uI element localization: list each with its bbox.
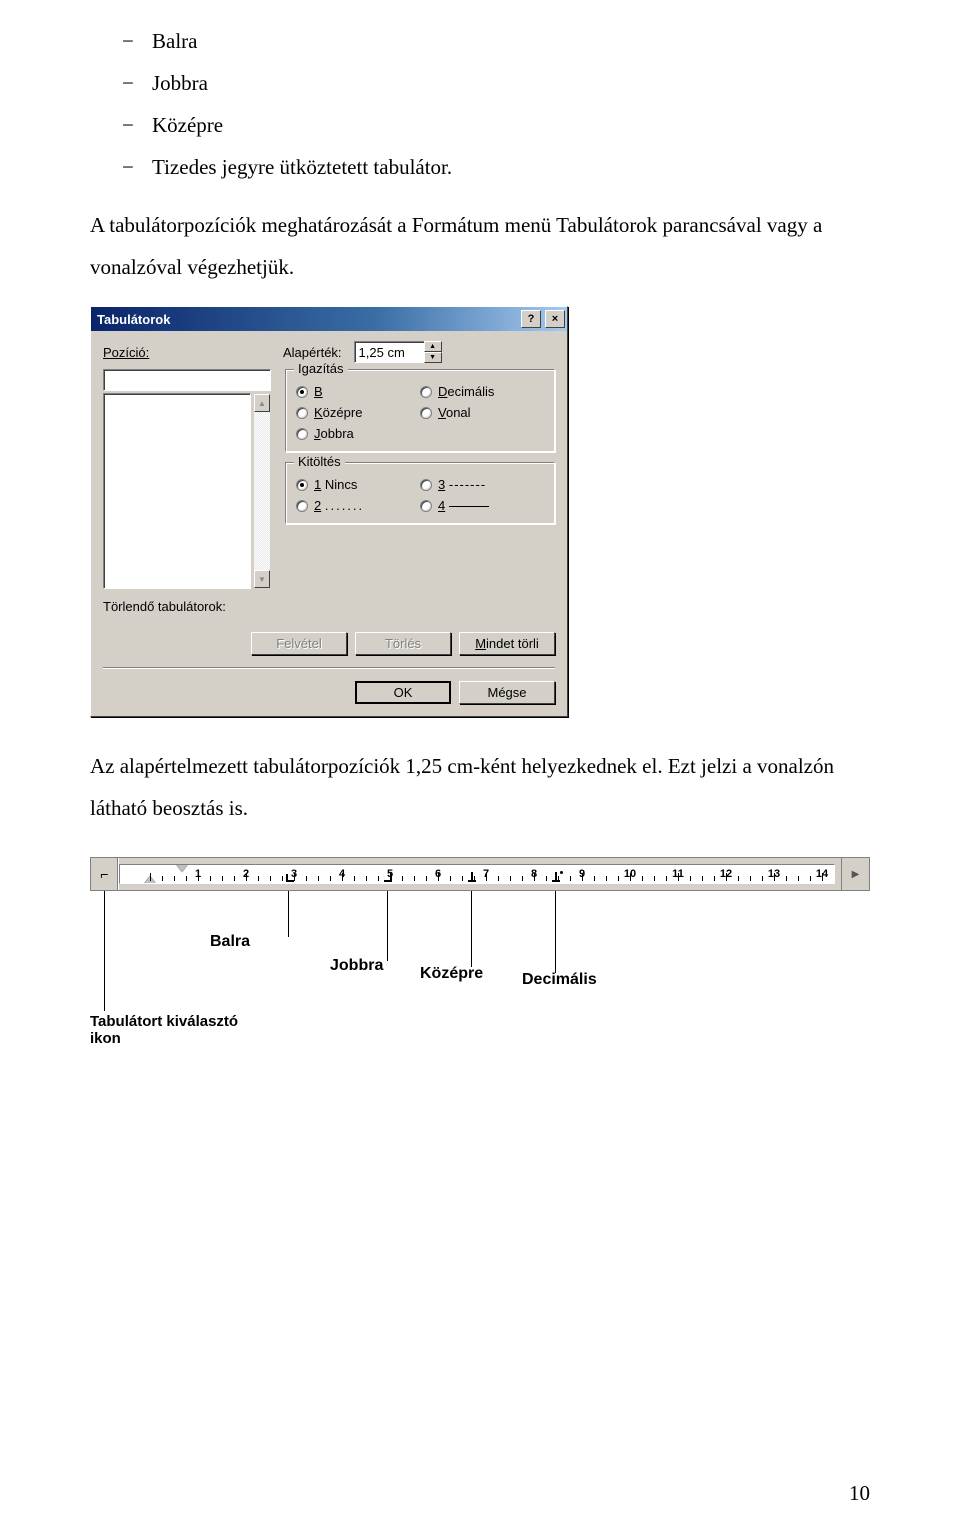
bullet-text: Jobbra: [152, 62, 208, 104]
bullet-text: Középre: [152, 104, 223, 146]
alignment-group: Igazítás B Decimális Középre Vonal Jobbr…: [285, 369, 555, 452]
scroll-up-icon[interactable]: ▲: [254, 394, 270, 412]
list-item: −Balra: [90, 20, 870, 62]
add-button[interactable]: Felvétel: [251, 632, 347, 655]
callout-kozepre: Középre: [420, 965, 483, 983]
default-value-input[interactable]: [354, 341, 424, 363]
radio-fill-2[interactable]: 2 .......: [296, 498, 420, 513]
ruler-strip[interactable]: 123456789101112131415: [119, 864, 835, 884]
position-label: Pozíció:: [103, 345, 271, 360]
first-line-indent-icon[interactable]: [176, 864, 188, 872]
close-button[interactable]: ×: [545, 310, 565, 328]
radio-decimalis[interactable]: Decimális: [420, 384, 544, 399]
callout-jobbra: Jobbra: [330, 957, 383, 975]
ruler-figure: ⌐ 123456789101112131415 ▶ Balra Jobbra K…: [90, 857, 870, 1061]
bullet-list: −Balra −Jobbra −Középre −Tizedes jegyre …: [90, 20, 870, 188]
ruler-scroll-icon[interactable]: ▶: [841, 858, 869, 890]
list-item: −Középre: [90, 104, 870, 146]
radio-fill-1[interactable]: 1 Nincs: [296, 477, 420, 492]
bullet-text: Tizedes jegyre ütköztetett tabulátor.: [152, 146, 452, 188]
bullet-text: Balra: [152, 20, 197, 62]
tab-selector-icon[interactable]: ⌐: [91, 858, 119, 890]
fill-group: Kitöltés 1 Nincs 3 ------- 2 ....... 4: [285, 462, 555, 524]
dialog-titlebar: Tabulátorok ? ×: [91, 307, 567, 331]
list-item: −Tizedes jegyre ütköztetett tabulátor.: [90, 146, 870, 188]
radio-fill-4[interactable]: 4: [420, 498, 544, 513]
dialog-title: Tabulátorok: [97, 312, 517, 327]
default-label: Alapérték:: [283, 345, 342, 360]
scroll-down-icon[interactable]: ▼: [254, 570, 270, 588]
ok-button[interactable]: OK: [355, 681, 451, 704]
callout-decimalis: Decimális: [522, 971, 597, 989]
spin-down-icon[interactable]: ▼: [424, 352, 442, 363]
group-title: Igazítás: [294, 361, 348, 376]
paragraph: Az alapértelmezett tabulátorpozíciók 1,2…: [90, 745, 870, 829]
ruler-callouts: Balra Jobbra Középre Decimális Tabulátor…: [90, 891, 870, 1061]
spin-up-icon[interactable]: ▲: [424, 341, 442, 352]
cancel-button[interactable]: Mégse: [459, 681, 555, 704]
ruler: ⌐ 123456789101112131415 ▶: [90, 857, 870, 891]
group-title: Kitöltés: [294, 454, 345, 469]
clear-all-button[interactable]: Mindet törli: [459, 632, 555, 655]
page-number: 10: [849, 1481, 870, 1506]
position-listbox[interactable]: [103, 393, 251, 589]
radio-vonal[interactable]: Vonal: [420, 405, 544, 420]
position-input[interactable]: [103, 369, 271, 391]
radio-kozepre[interactable]: Középre: [296, 405, 420, 420]
listbox-scrollbar[interactable]: ▲ ▼: [253, 393, 271, 589]
radio-fill-3[interactable]: 3 -------: [420, 477, 544, 492]
paragraph: A tabulátorpozíciók meghatározását a For…: [90, 204, 870, 288]
radio-jobbra[interactable]: Jobbra: [296, 426, 420, 441]
callout-selector: Tabulátort kiválasztó ikon: [90, 1013, 238, 1047]
tabs-dialog: Tabulátorok ? × Pozíció: Alapérték: ▲ ▼: [90, 306, 568, 717]
default-spinner[interactable]: ▲ ▼: [354, 341, 442, 363]
delete-button[interactable]: Törlés: [355, 632, 451, 655]
callout-balra: Balra: [210, 933, 250, 951]
list-item: −Jobbra: [90, 62, 870, 104]
clear-label: Törlendő tabulátorok:: [103, 599, 555, 614]
radio-balra[interactable]: B: [296, 384, 420, 399]
help-button[interactable]: ?: [521, 310, 541, 328]
